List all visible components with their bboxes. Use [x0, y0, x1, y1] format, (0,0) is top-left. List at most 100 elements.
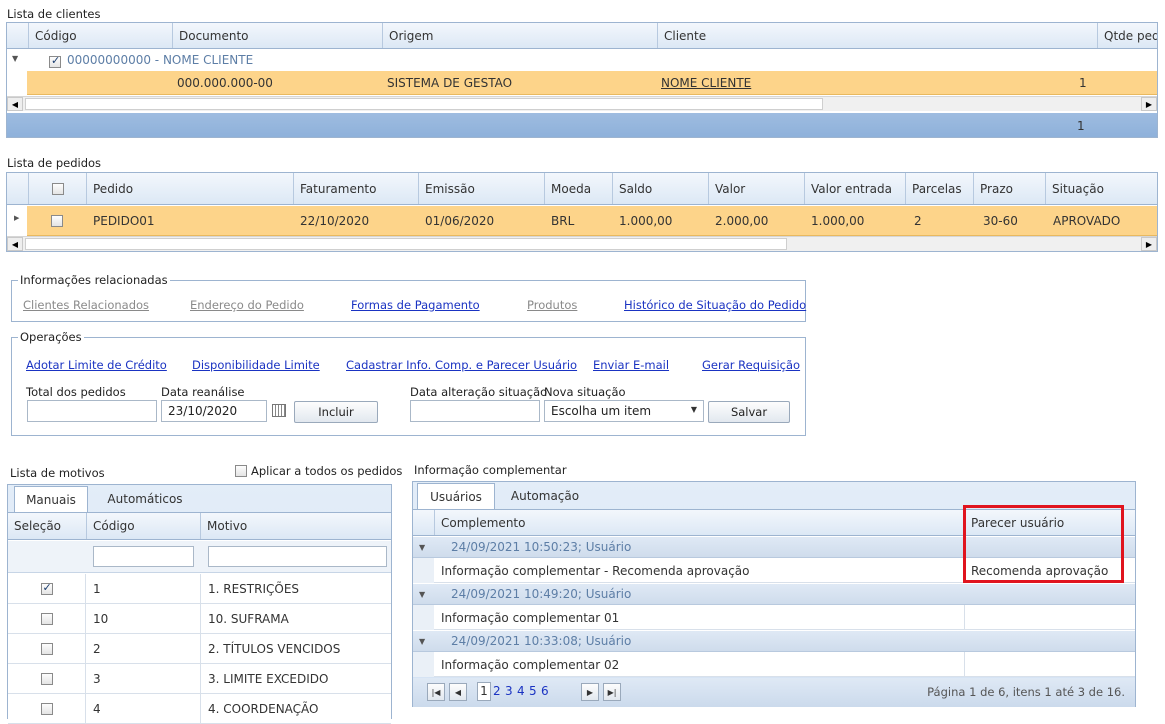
page-number[interactable]: 2 — [493, 684, 501, 698]
clientes-row[interactable]: 000.000.000-00 SISTEMA DE GESTAO NOME CL… — [27, 71, 1157, 95]
complementar-group-header[interactable]: ▼ 24/09/2021 10:33:08; Usuário — [413, 631, 1135, 652]
col-pedido[interactable]: Pedido — [86, 173, 293, 204]
total-pedidos-input[interactable] — [27, 400, 157, 422]
link-clientes-relacionados[interactable]: Clientes Relacionados — [23, 298, 149, 312]
motivo-select-checkbox[interactable] — [8, 694, 86, 724]
filter-motivo-input[interactable] — [208, 546, 387, 567]
link-formas-pagamento[interactable]: Formas de Pagamento — [351, 298, 480, 312]
col-complemento[interactable]: Complemento — [434, 510, 964, 535]
col-origem[interactable]: Origem — [382, 23, 657, 48]
first-page-icon[interactable]: |◀ — [427, 683, 445, 701]
group-checkbox[interactable] — [49, 54, 61, 68]
cell-situacao: APROVADO — [1053, 213, 1121, 228]
clientes-group-row[interactable]: ▼ 00000000000 - NOME CLIENTE — [7, 50, 1157, 71]
col-faturamento[interactable]: Faturamento — [293, 173, 418, 204]
link-historico-situacao[interactable]: Histórico de Situação do Pedido — [624, 298, 806, 312]
page-number[interactable]: 3 — [505, 684, 513, 698]
data-alteracao-input[interactable] — [410, 400, 540, 422]
cell-emissao: 01/06/2020 — [425, 213, 495, 228]
data-alteracao-label: Data alteração situação — [410, 385, 548, 399]
prev-page-icon[interactable]: ◀ — [449, 683, 467, 701]
motivo-row[interactable]: 3 3. LIMITE EXCEDIDO — [8, 664, 391, 694]
pedidos-hscroll[interactable]: ◀ ▶ — [7, 236, 1157, 251]
collapse-icon[interactable]: ▼ — [419, 590, 451, 599]
last-page-icon[interactable]: ▶| — [603, 683, 621, 701]
col-documento[interactable]: Documento — [172, 23, 382, 48]
scroll-right-icon[interactable]: ▶ — [1141, 237, 1157, 251]
pedidos-grid: Pedido Faturamento Emissão Moeda Saldo V… — [6, 172, 1158, 252]
link-disponibilidade-limite[interactable]: Disponibilidade Limite — [192, 358, 320, 372]
motivo-select-checkbox[interactable] — [8, 604, 86, 634]
col-valor[interactable]: Valor — [708, 173, 804, 204]
aplicar-todos-checkbox[interactable]: Aplicar a todos os pedidos — [235, 464, 402, 478]
col-moeda[interactable]: Moeda — [544, 173, 612, 204]
page-numbers: 123456 — [475, 682, 585, 702]
link-endereco-pedido[interactable]: Endereço do Pedido — [190, 298, 304, 312]
row-indicator-icon: ▶ — [14, 214, 20, 222]
scroll-thumb[interactable] — [25, 238, 787, 250]
salvar-button[interactable]: Salvar — [708, 401, 790, 423]
info-fieldset: Informações relacionadas Clientes Relaci… — [11, 273, 806, 322]
group-header-text: 24/09/2021 10:50:23; Usuário — [451, 540, 632, 554]
complementar-group-header[interactable]: ▼ 24/09/2021 10:49:20; Usuário — [413, 584, 1135, 605]
page-number[interactable]: 4 — [517, 684, 525, 698]
cell-qtde: 1 — [1079, 75, 1087, 90]
col-codigo-motivo[interactable]: Código — [86, 513, 200, 539]
motivo-select-checkbox[interactable] — [8, 634, 86, 664]
page-number[interactable]: 5 — [529, 684, 537, 698]
nova-situacao-select[interactable]: Escolha um item ▼ — [544, 400, 704, 422]
incluir-button[interactable]: Incluir — [294, 401, 378, 423]
scroll-thumb[interactable] — [25, 98, 823, 110]
motivo-texto: 2. TÍTULOS VENCIDOS — [208, 642, 341, 656]
col-saldo[interactable]: Saldo — [612, 173, 708, 204]
motivo-select-checkbox[interactable] — [8, 574, 86, 604]
tab-automaticos[interactable]: Automáticos — [100, 486, 190, 512]
link-adotar-limite[interactable]: Adotar Limite de Crédito — [26, 358, 167, 372]
cell-cliente-link[interactable]: NOME CLIENTE — [661, 71, 751, 94]
page-number[interactable]: 1 — [477, 682, 491, 701]
motivo-select-checkbox[interactable] — [8, 664, 86, 694]
col-valor-entrada[interactable]: Valor entrada — [804, 173, 905, 204]
collapse-icon[interactable]: ▼ — [12, 54, 18, 63]
col-qtde[interactable]: Qtde pedidos — [1097, 23, 1157, 48]
data-reanalise-input[interactable]: 23/10/2020 — [161, 400, 267, 422]
complementar-row[interactable]: Informação complementar 01 — [413, 605, 1135, 630]
motivo-row[interactable]: 1 1. RESTRIÇÕES — [8, 574, 391, 604]
link-produtos[interactable]: Produtos — [527, 298, 577, 312]
col-codigo[interactable]: Código — [28, 23, 172, 48]
col-cliente[interactable]: Cliente — [657, 23, 1097, 48]
collapse-icon[interactable]: ▼ — [419, 637, 451, 646]
cell-moeda: BRL — [551, 213, 575, 228]
clientes-hscroll[interactable]: ◀ ▶ — [7, 96, 1157, 111]
tab-manuais[interactable]: Manuais — [14, 486, 88, 513]
tab-usuarios[interactable]: Usuários — [417, 483, 495, 510]
complementar-row[interactable]: Informação complementar 02 — [413, 652, 1135, 677]
link-gerar-requisicao[interactable]: Gerar Requisição — [702, 358, 800, 372]
col-parcelas[interactable]: Parcelas — [905, 173, 973, 204]
motivo-row[interactable]: 4 4. COORDENAÇÃO — [8, 694, 391, 724]
link-enviar-email[interactable]: Enviar E-mail — [593, 358, 669, 372]
link-cadastrar-info[interactable]: Cadastrar Info. Comp. e Parecer Usuário — [346, 358, 577, 372]
col-situacao[interactable]: Situação — [1045, 173, 1157, 204]
complemento-text: Informação complementar 02 — [441, 657, 620, 672]
page-number[interactable]: 6 — [541, 684, 549, 698]
next-page-icon[interactable]: ▶ — [581, 683, 599, 701]
info-legend: Informações relacionadas — [18, 273, 170, 287]
scroll-left-icon[interactable]: ◀ — [7, 97, 23, 111]
calendar-icon[interactable] — [272, 404, 286, 417]
col-motivo[interactable]: Motivo — [200, 513, 393, 539]
collapse-icon[interactable]: ▼ — [419, 543, 451, 552]
filter-codigo-input[interactable] — [93, 546, 194, 567]
col-selecao[interactable]: Seleção — [8, 513, 86, 539]
pedidos-row[interactable]: PEDIDO01 22/10/2020 01/06/2020 BRL 1.000… — [27, 206, 1157, 236]
row-checkbox[interactable] — [51, 206, 63, 235]
col-prazo[interactable]: Prazo — [973, 173, 1045, 204]
col-emissao[interactable]: Emissão — [418, 173, 544, 204]
scroll-right-icon[interactable]: ▶ — [1141, 97, 1157, 111]
chevron-down-icon[interactable]: ▼ — [691, 405, 697, 414]
motivo-row[interactable]: 2 2. TÍTULOS VENCIDOS — [8, 634, 391, 664]
motivo-row[interactable]: 10 10. SUFRAMA — [8, 604, 391, 634]
scroll-left-icon[interactable]: ◀ — [7, 237, 23, 251]
header-select-all[interactable] — [28, 173, 86, 204]
tab-automacao[interactable]: Automação — [505, 483, 585, 509]
